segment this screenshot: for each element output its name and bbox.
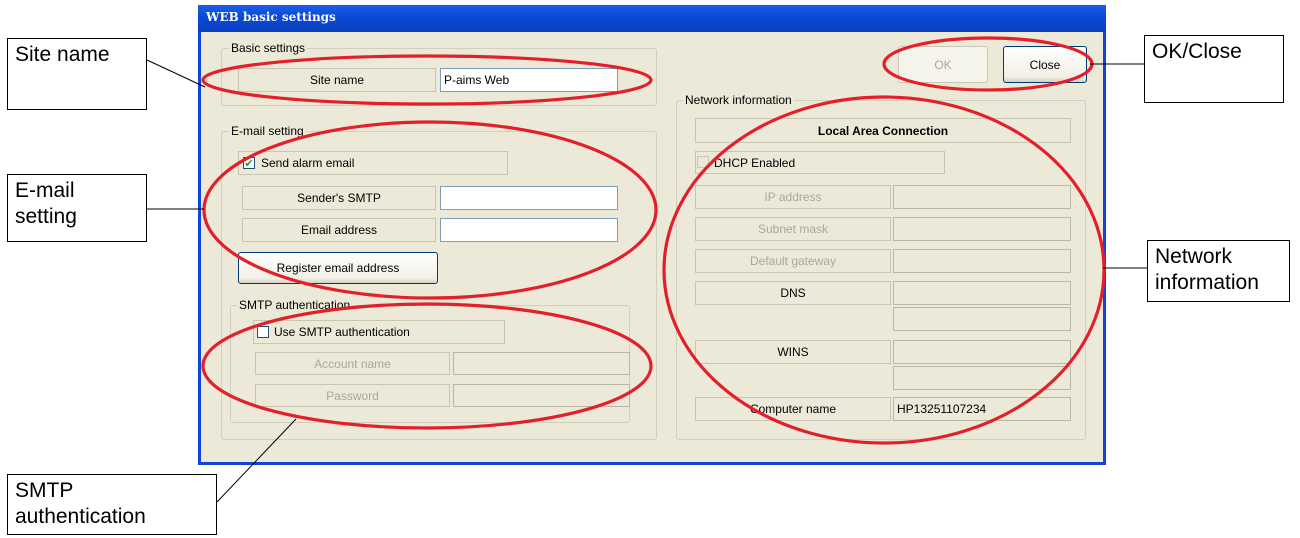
callout-network-line2: information bbox=[1155, 271, 1259, 294]
callout-email-line2: setting bbox=[15, 205, 77, 228]
site-name-highlight-ellipse bbox=[201, 54, 653, 106]
callout-smtp-auth: SMTP authentication bbox=[7, 474, 217, 535]
callout-smtp-line2: authentication bbox=[15, 505, 146, 528]
site-name-leader-line bbox=[146, 59, 206, 88]
ok-close-highlight-ellipse bbox=[882, 36, 1094, 92]
callout-site-name-text: Site name bbox=[15, 43, 110, 66]
callout-ok-close: OK/Close bbox=[1144, 35, 1284, 103]
callout-email-setting: E-mail setting bbox=[7, 174, 147, 242]
smtp-auth-highlight-ellipse bbox=[201, 302, 653, 430]
callout-network-line1: Network bbox=[1155, 245, 1233, 268]
callout-ok-close-text: OK/Close bbox=[1152, 40, 1242, 63]
email-setting-highlight-ellipse bbox=[202, 120, 658, 300]
annotation-overlay bbox=[146, 36, 1147, 503]
network-info-highlight-ellipse bbox=[662, 95, 1106, 445]
callout-site-name: Site name bbox=[7, 38, 147, 110]
smtp-auth-leader-line bbox=[216, 418, 297, 503]
callout-network-info: Network information bbox=[1147, 240, 1290, 302]
callout-smtp-line1: SMTP bbox=[15, 479, 74, 502]
callout-email-line1: E-mail bbox=[15, 179, 75, 202]
